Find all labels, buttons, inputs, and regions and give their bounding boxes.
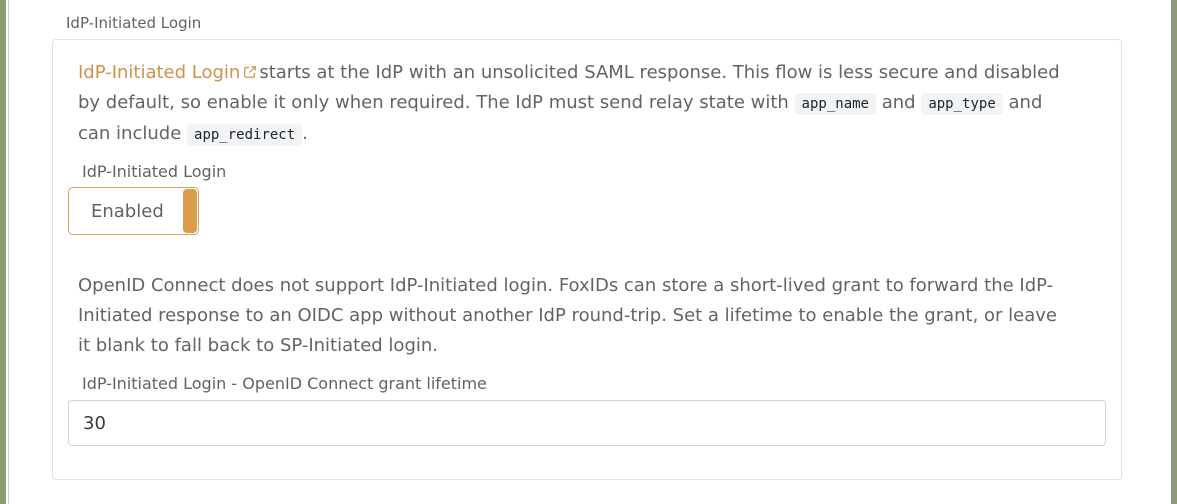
intro-description: IdP-Initiated Login starts at the IdP wit… [78, 58, 1078, 150]
toggle-state-text: Enabled [91, 201, 164, 222]
idp-initiated-login-toggle[interactable]: Enabled [68, 187, 199, 235]
oidc-description: OpenID Connect does not support IdP-Init… [78, 275, 1057, 356]
idp-initiated-login-link[interactable]: IdP-Initiated Login [78, 62, 259, 83]
code-app-type: app_type [921, 93, 1003, 115]
intro-text-4: . [302, 123, 308, 144]
idp-initiated-login-link-text: IdP-Initiated Login [78, 62, 241, 83]
external-link-icon [244, 66, 257, 78]
grant-lifetime-input[interactable] [68, 400, 1106, 446]
grant-lifetime-label: IdP-Initiated Login - OpenID Connect gra… [82, 374, 487, 393]
section-title: IdP-Initiated Login [66, 14, 202, 32]
code-app-redirect: app_redirect [187, 124, 303, 146]
intro-text-2: and [881, 92, 916, 113]
idp-initiated-login-label: IdP-Initiated Login [82, 162, 227, 181]
code-app-name: app_name [794, 93, 876, 115]
toggle-knob [183, 189, 197, 233]
